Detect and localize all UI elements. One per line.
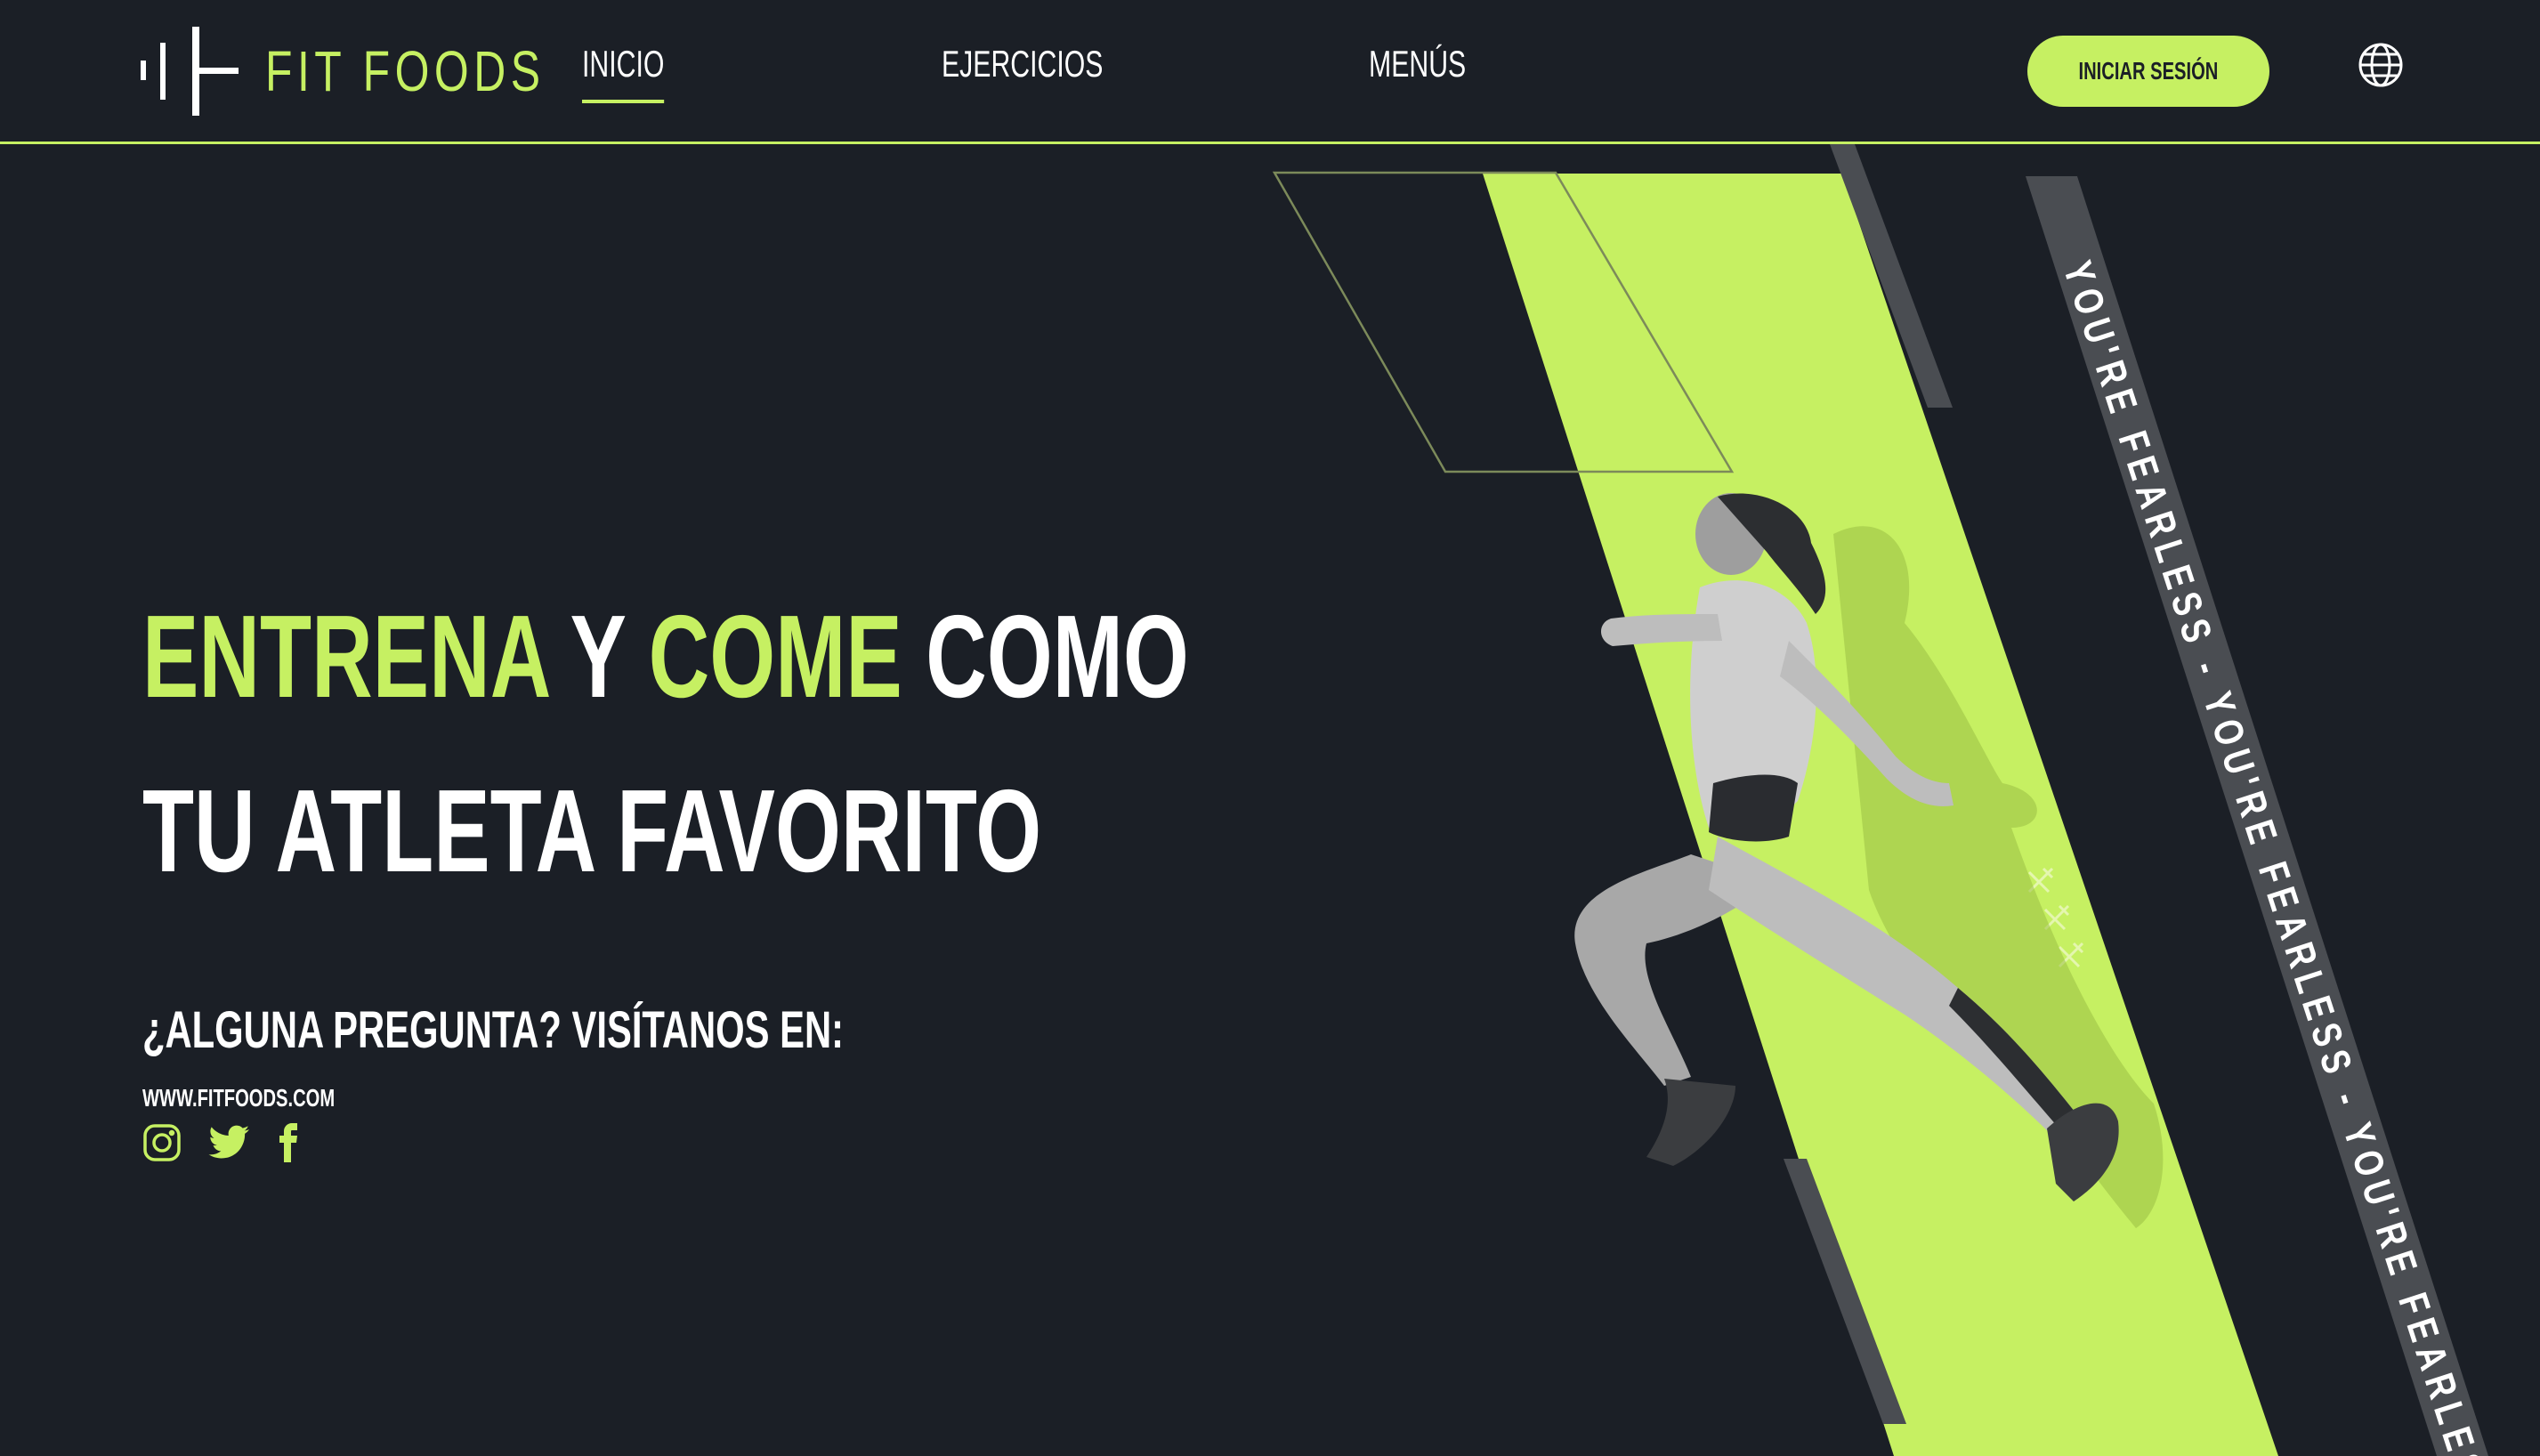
headline-word-como: COMO (926, 591, 1189, 722)
contact-question: ¿ALGUNA PREGUNTA? VISÍTANOS EN: (142, 1001, 845, 1059)
hero-headline-line2: TU ATLETA FAVORITO (142, 765, 1042, 896)
nav-item-ejercicios[interactable]: EJERCICIOS (942, 43, 1103, 85)
gray-bar-bottom (1784, 1159, 1906, 1424)
barbell-logo-icon (141, 27, 239, 116)
nav-item-inicio[interactable]: INICIO (582, 43, 665, 103)
top-navbar: FIT FOODS INICIO EJERCICIOS MENÚS INICIA… (0, 0, 2540, 144)
fearless-band (2026, 176, 2488, 1456)
headline-word-entrena: ENTRENA (142, 591, 548, 722)
instagram-icon[interactable] (142, 1123, 182, 1162)
social-links (142, 1123, 299, 1162)
runner-figure (1574, 493, 2164, 1228)
globe-icon[interactable] (2357, 41, 2405, 89)
fearless-band-text: YOU'RE FEARLESS - YOU'RE FEARLESS - YOU'… (2054, 255, 2503, 1456)
hero-headline: ENTRENA Y COME COMO TU ATLETA FAVORITO (142, 570, 1189, 918)
login-button-label: INICIAR SESIÓN (2078, 57, 2219, 85)
gray-bar-top (1830, 144, 1953, 408)
cross-marks (2027, 867, 2084, 968)
headline-word-come: COME (648, 591, 902, 722)
headline-word-y: Y (570, 591, 626, 722)
twitter-icon[interactable] (208, 1123, 251, 1162)
brand-logo[interactable]: FIT FOODS (141, 27, 624, 116)
facebook-icon[interactable] (278, 1123, 299, 1162)
hero-headline-line1: ENTRENA Y COME COMO (142, 570, 1189, 744)
outline-parallelogram (1272, 171, 1735, 473)
login-button[interactable]: INICIAR SESIÓN (2027, 36, 2269, 107)
website-link[interactable]: WWW.FITFOODS.COM (142, 1084, 335, 1112)
brand-name: FIT FOODS (265, 39, 546, 103)
nav-item-menus[interactable]: MENÚS (1369, 43, 1466, 85)
lime-stripe (1483, 174, 2278, 1456)
